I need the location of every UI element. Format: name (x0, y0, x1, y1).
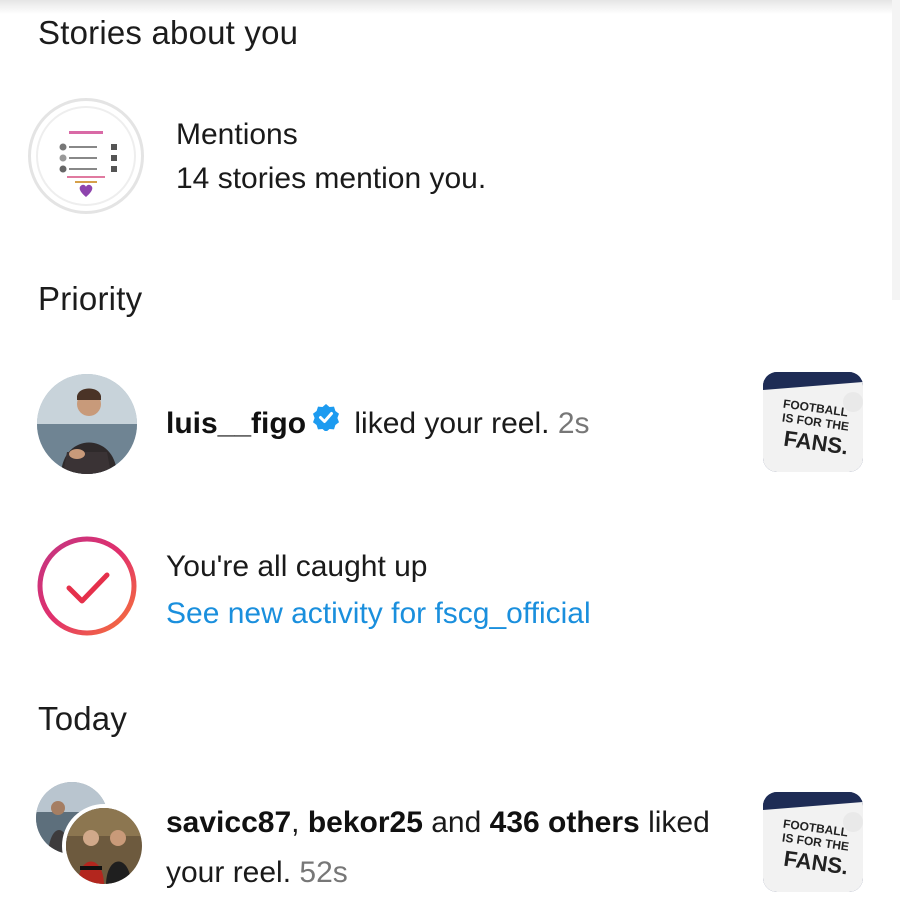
reel-thumbnail-image-2: FOOTBALL IS FOR THE FANS. (763, 792, 863, 892)
today-time: 52s (299, 856, 348, 889)
mentions-row[interactable]: Mentions 14 stories mention you. (0, 96, 900, 216)
mentions-preview-icon (36, 106, 136, 206)
top-shadow (0, 0, 900, 14)
priority-time: 2s (557, 406, 590, 440)
reel-thumbnail-today[interactable]: FOOTBALL IS FOR THE FANS. (763, 792, 863, 892)
username-link[interactable]: luis__figo (166, 407, 306, 440)
reel-thumbnail-image: FOOTBALL IS FOR THE FANS. (763, 372, 863, 472)
priority-action: liked your reel. (354, 406, 550, 440)
section-title-stories: Stories about you (38, 14, 299, 51)
caught-up-text: You're all caught up (166, 545, 428, 589)
avatar-photo (37, 374, 137, 474)
today-action-line2: your reel. (166, 856, 292, 889)
username-link-bekor25[interactable]: bekor25 (308, 806, 423, 839)
username-link-savicc87[interactable]: savicc87 (166, 806, 291, 839)
mentions-story-preview[interactable] (28, 98, 144, 214)
avatar-bekor25[interactable] (62, 804, 146, 888)
section-title-today: Today (38, 700, 128, 737)
and-text: and (431, 806, 482, 839)
mentions-subtitle: 14 stories mention you. (176, 162, 487, 195)
mentions-text: Mentions 14 stories mention you. (176, 113, 486, 201)
today-action-line1: liked (648, 806, 710, 839)
verified-badge-icon (312, 400, 340, 444)
caught-up-check-icon (36, 535, 138, 637)
avatar-photo-2 (66, 808, 142, 884)
caught-up-row: You're all caught up See new activity fo… (0, 535, 900, 640)
others-link[interactable]: 436 others (490, 806, 640, 839)
caught-up-title: You're all caught up (166, 550, 428, 583)
see-new-activity-link[interactable]: See new activity for fscg_official (166, 597, 591, 631)
avatar-luis-figo[interactable] (37, 374, 137, 474)
notification-row-priority[interactable]: luis__figo liked your reel. 2s FOOTBALL … (0, 372, 900, 474)
mentions-title: Mentions (176, 118, 298, 151)
separator-comma: , (291, 806, 300, 839)
reel-thumbnail-priority[interactable]: FOOTBALL IS FOR THE FANS. (763, 372, 863, 472)
priority-notification-text: luis__figo liked your reel. 2s (166, 400, 590, 450)
notification-row-today[interactable]: savicc87, bekor25 and 436 others liked y… (0, 782, 900, 902)
section-title-priority: Priority (38, 280, 143, 317)
today-notification-text: savicc87, bekor25 and 436 others liked y… (166, 798, 746, 898)
